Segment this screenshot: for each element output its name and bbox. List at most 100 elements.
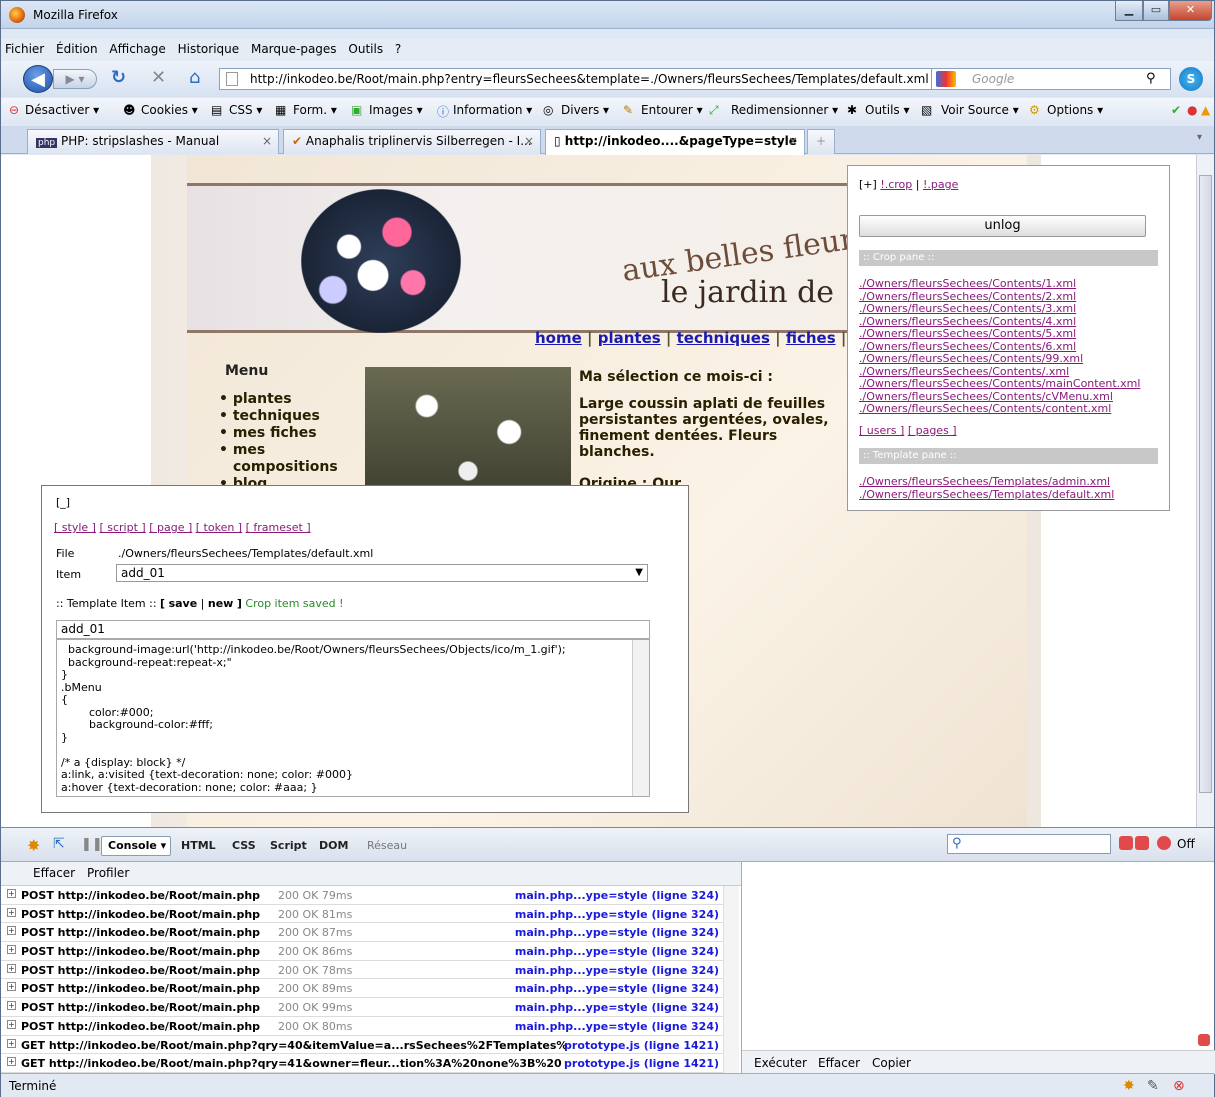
expand-icon[interactable]: +: [7, 907, 16, 917]
log-row[interactable]: + POST http://inkodeo.be/Root/main.php 200…: [1, 923, 723, 943]
expand-icon[interactable]: +: [7, 1019, 16, 1029]
script-link[interactable]: [ script ]: [99, 521, 145, 534]
frameset-link[interactable]: [ frameset ]: [246, 521, 311, 534]
item-select[interactable]: add_01 ▼: [116, 564, 648, 582]
source-link[interactable]: prototype.js (ligne 1421): [564, 1057, 719, 1070]
tab-reseau[interactable]: Réseau: [367, 839, 407, 852]
google-icon[interactable]: [936, 71, 956, 87]
stop-icon[interactable]: ✕: [151, 68, 166, 88]
source-link[interactable]: main.php...ype=style (ligne 324): [515, 982, 719, 995]
log-row[interactable]: + GET http://inkodeo.be/Root/main.php?qry…: [1, 1054, 723, 1073]
url-bar[interactable]: http://inkodeo.be/Root/main.php?entry=fl…: [219, 68, 933, 90]
crop-file-link[interactable]: ./Owners/fleursSechees/Contents/99.xml: [859, 352, 1083, 365]
clear-command-button[interactable]: Effacer: [818, 1056, 860, 1070]
save-link[interactable]: save: [169, 597, 198, 610]
crop-file-link[interactable]: ./Owners/fleursSechees/Contents/.xml: [859, 365, 1069, 378]
tool-form[interactable]: Form. ▾: [293, 103, 337, 117]
crop-file-link[interactable]: ./Owners/fleursSechees/Contents/6.xml: [859, 340, 1076, 353]
console-scrollbar[interactable]: [723, 886, 739, 1074]
code-scrollbar[interactable]: [632, 640, 649, 796]
power-icon[interactable]: [1157, 836, 1171, 850]
log-row[interactable]: + POST http://inkodeo.be/Root/main.php 200…: [1, 998, 723, 1017]
menu-historique[interactable]: Historique: [174, 39, 244, 59]
tool-information[interactable]: Information ▾: [453, 103, 532, 117]
tab-list-icon[interactable]: ▾: [1197, 132, 1202, 143]
item-name-input[interactable]: add_01: [56, 620, 650, 639]
expand-icon[interactable]: +: [7, 1001, 16, 1011]
css-code-editor[interactable]: background-image:url('http://inkodeo.be/…: [56, 639, 650, 797]
tab-php-manual[interactable]: php PHP: stripslashes - Manual ×: [27, 129, 279, 154]
expand-icon[interactable]: +: [7, 982, 16, 992]
tool-options[interactable]: Options ▾: [1047, 103, 1103, 117]
firebug-search-input[interactable]: ⚲: [947, 834, 1111, 854]
source-link[interactable]: main.php...ype=style (ligne 324): [515, 889, 719, 902]
inspect-icon[interactable]: ⇱: [53, 836, 65, 852]
log-row[interactable]: + POST http://inkodeo.be/Root/main.php 200…: [1, 961, 723, 980]
source-link[interactable]: main.php...ype=style (ligne 324): [515, 1001, 719, 1014]
log-row[interactable]: + POST http://inkodeo.be/Root/main.php 200…: [1, 979, 723, 999]
tool-cookies[interactable]: Cookies ▾: [141, 103, 198, 117]
menu-edition[interactable]: Édition: [52, 39, 102, 59]
tab-script[interactable]: Script: [270, 839, 307, 852]
profiler-button[interactable]: Profiler: [87, 866, 129, 880]
close-tab-icon[interactable]: ×: [788, 130, 798, 152]
crop-file-link[interactable]: ./Owners/fleursSechees/Contents/2.xml: [859, 290, 1076, 303]
search-icon[interactable]: ⚲: [1146, 69, 1156, 89]
firebug-icon[interactable]: ✸: [27, 836, 40, 855]
crop-file-link[interactable]: ./Owners/fleursSechees/Contents/3.xml: [859, 302, 1076, 315]
style-link[interactable]: [ style ]: [54, 521, 96, 534]
back-button[interactable]: ◀: [23, 65, 53, 93]
users-link[interactable]: [ users ]: [859, 424, 904, 437]
menu-fichier[interactable]: Fichier: [1, 39, 48, 59]
close-tab-icon[interactable]: ×: [262, 130, 272, 152]
expand-icon[interactable]: +: [7, 1038, 16, 1048]
menu-item-techniques[interactable]: techniques: [219, 408, 338, 425]
expand-icon[interactable]: +: [7, 1057, 16, 1067]
pages-link[interactable]: [ pages ]: [908, 424, 957, 437]
expand-icon[interactable]: +: [7, 945, 16, 955]
template-file-link[interactable]: ./Owners/fleursSechees/Templates/default…: [859, 488, 1114, 501]
nav-fiches[interactable]: fiches: [786, 329, 836, 347]
crop-file-link[interactable]: ./Owners/fleursSechees/Contents/cVMenu.x…: [859, 390, 1113, 403]
expand-icon[interactable]: +: [7, 963, 16, 973]
copy-button[interactable]: Copier: [872, 1056, 911, 1070]
menu-affichage[interactable]: Affichage: [105, 39, 169, 59]
off-label[interactable]: Off: [1177, 837, 1195, 851]
crop-file-link[interactable]: ./Owners/fleursSechees/Contents/4.xml: [859, 315, 1076, 328]
token-link[interactable]: [ token ]: [196, 521, 242, 534]
collapse-toggle[interactable]: [_]: [56, 496, 70, 509]
close-tab-icon[interactable]: ×: [524, 130, 534, 152]
firebug-status-icon[interactable]: ✸: [1123, 1078, 1135, 1094]
pause-icon[interactable]: ❚❚: [81, 837, 103, 852]
reload-icon[interactable]: ↻: [111, 68, 126, 88]
tool-voir-source[interactable]: Voir Source ▾: [941, 103, 1019, 117]
page-link[interactable]: [ page ]: [149, 521, 192, 534]
tab-inkodeo[interactable]: ▯ http://inkodeo....&pageType=style ×: [545, 129, 805, 155]
tools-status-icon[interactable]: ✎: [1147, 1078, 1159, 1094]
tool-css[interactable]: CSS ▾: [229, 103, 262, 117]
new-link[interactable]: new: [208, 597, 233, 610]
minimize-button[interactable]: ▁: [1115, 1, 1143, 21]
tab-html[interactable]: HTML: [181, 839, 216, 852]
tool-outils[interactable]: Outils ▾: [865, 103, 910, 117]
tool-divers[interactable]: Divers ▾: [561, 103, 609, 117]
menu-marque-pages[interactable]: Marque-pages: [247, 39, 341, 59]
source-link[interactable]: main.php...ype=style (ligne 324): [515, 926, 719, 939]
minimize-panel-icon[interactable]: [1119, 836, 1133, 850]
tab-dom[interactable]: DOM: [319, 839, 348, 852]
crop-file-link[interactable]: ./Owners/fleursSechees/Contents/1.xml: [859, 277, 1076, 290]
menu-help[interactable]: ?: [391, 39, 405, 59]
template-file-link[interactable]: ./Owners/fleursSechees/Templates/admin.x…: [859, 475, 1110, 488]
tool-images[interactable]: Images ▾: [369, 103, 423, 117]
close-window-button[interactable]: ✕: [1169, 1, 1212, 21]
menu-item-compositions[interactable]: compositions: [219, 459, 338, 476]
crop-file-link[interactable]: ./Owners/fleursSechees/Contents/5.xml: [859, 327, 1076, 340]
page-scrollbar[interactable]: [1196, 155, 1214, 827]
command-editor[interactable]: Exécuter Effacer Copier: [741, 862, 1215, 1074]
log-row[interactable]: + GET http://inkodeo.be/Root/main.php?qry…: [1, 1036, 723, 1055]
run-button[interactable]: Exécuter: [754, 1056, 807, 1070]
expand-toggle[interactable]: [+]: [859, 178, 877, 191]
error-status-icon[interactable]: ⊗: [1173, 1078, 1185, 1094]
tab-anaphalis[interactable]: ✔ Anaphalis triplinervis Silberregen - I…: [283, 129, 541, 154]
menu-outils[interactable]: Outils: [344, 39, 387, 59]
